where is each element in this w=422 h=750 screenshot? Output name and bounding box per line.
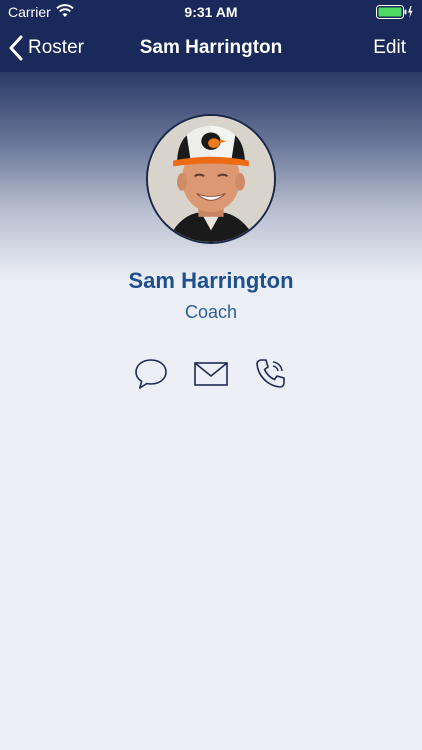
edit-button[interactable]: Edit — [373, 24, 406, 72]
avatar-photo — [148, 116, 274, 242]
battery-icon — [376, 5, 413, 19]
status-time: 9:31 AM — [184, 4, 238, 20]
profile-name: Sam Harrington — [128, 268, 294, 293]
status-bar: Carrier 9:31 AM — [0, 0, 422, 24]
avatar — [146, 114, 276, 244]
phone-icon — [256, 359, 285, 388]
email-button[interactable] — [192, 356, 230, 392]
contact-actions — [0, 356, 422, 392]
message-button[interactable] — [132, 356, 170, 392]
profile-role: Coach — [184, 302, 238, 322]
navigation-bar: Roster Sam Harrington Edit — [0, 24, 422, 72]
page-title: Sam Harrington — [139, 37, 283, 58]
call-button[interactable] — [252, 356, 290, 392]
message-icon — [135, 359, 167, 389]
mail-icon — [194, 362, 228, 386]
